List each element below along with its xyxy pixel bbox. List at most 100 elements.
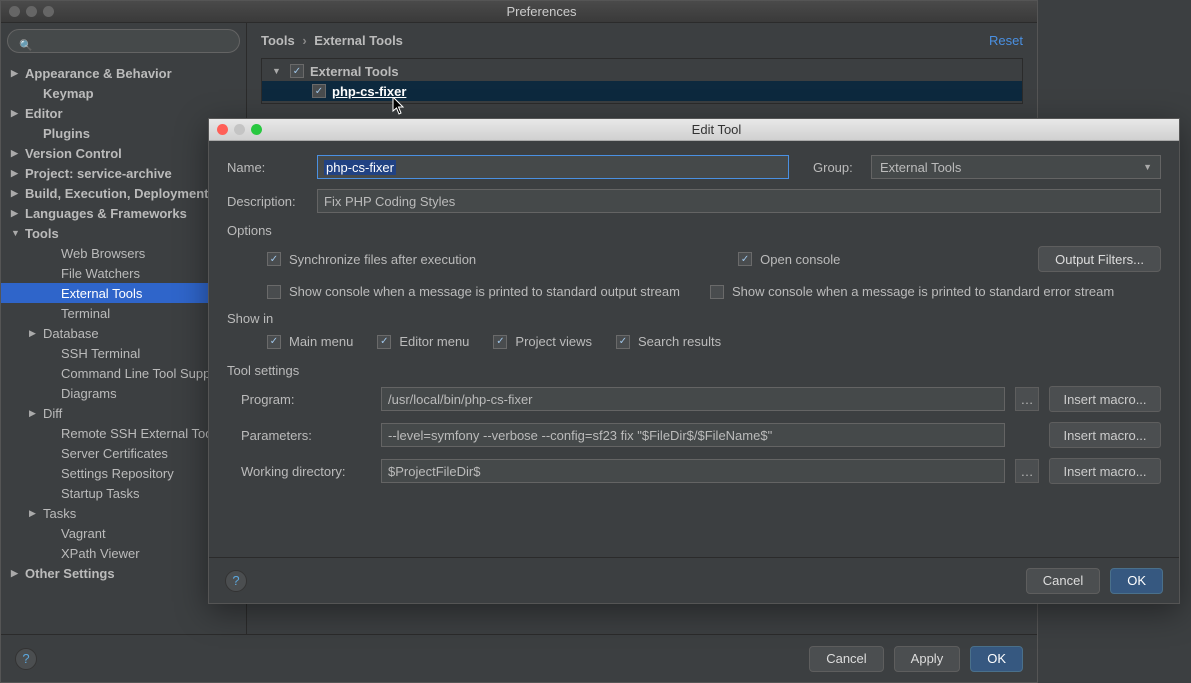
stderr-label: Show console when a message is printed t… [732,284,1114,299]
chevron-right-icon[interactable]: ▶ [11,148,23,159]
window-controls[interactable] [9,6,54,17]
sidebar-item-label: Terminal [61,306,110,321]
minimize-window-icon[interactable] [26,6,37,17]
sidebar-item-label: Plugins [43,126,90,141]
chevron-right-icon[interactable]: ▶ [11,568,23,579]
sidebar-item-label: Diff [43,406,62,421]
sidebar-item-label: Tools [25,226,59,241]
sidebar-item-label: Database [43,326,99,341]
description-input[interactable] [317,189,1161,213]
project-views-checkbox[interactable] [493,335,507,349]
editor-menu-label: Editor menu [399,334,469,349]
zoom-dialog-icon[interactable] [251,124,262,135]
working-dir-browse-button[interactable]: … [1015,459,1039,483]
group-select[interactable]: External Tools ▼ [871,155,1161,179]
dialog-ok-button[interactable]: OK [1110,568,1163,594]
sidebar-item-label: Keymap [43,86,94,101]
sidebar-item-label: External Tools [61,286,142,301]
sidebar-item-label: XPath Viewer [61,546,140,561]
group-label: Group: [813,160,861,175]
sidebar-item[interactable]: ▶Appearance & Behavior [1,63,246,83]
name-input[interactable]: php-cs-fixer [317,155,789,179]
working-dir-insert-macro-button[interactable]: Insert macro... [1049,458,1161,484]
search-results-checkbox[interactable] [616,335,630,349]
preferences-title: Preferences [54,4,1029,19]
sidebar-item-label: Version Control [25,146,122,161]
sidebar-item-label: Diagrams [61,386,117,401]
sidebar-item-label: Server Certificates [61,446,168,461]
external-tool-item-row[interactable]: php-cs-fixer [262,81,1022,101]
cancel-button[interactable]: Cancel [809,646,883,672]
chevron-down-icon[interactable]: ▼ [272,66,284,76]
program-label: Program: [241,392,371,407]
main-menu-label: Main menu [289,334,353,349]
search-icon: 🔍 [19,39,33,52]
output-filters-button[interactable]: Output Filters... [1038,246,1161,272]
stdout-label: Show console when a message is printed t… [289,284,680,299]
sidebar-item-label: Remote SSH External Tools [61,426,222,441]
name-value: php-cs-fixer [324,160,396,175]
stdout-checkbox[interactable] [267,285,281,299]
chevron-down-icon[interactable]: ▼ [11,228,23,238]
breadcrumb-part[interactable]: Tools [261,33,295,48]
dialog-cancel-button[interactable]: Cancel [1026,568,1100,594]
ok-button[interactable]: OK [970,646,1023,672]
options-section-label: Options [227,223,1161,238]
parameters-input[interactable] [381,423,1005,447]
chevron-right-icon[interactable]: ▶ [11,68,23,79]
stderr-checkbox[interactable] [710,285,724,299]
sidebar-item-label: Appearance & Behavior [25,66,172,81]
editor-menu-checkbox[interactable] [377,335,391,349]
help-icon[interactable]: ? [15,648,37,670]
chevron-right-icon[interactable]: ▶ [29,408,41,419]
sidebar-item-label: Settings Repository [61,466,174,481]
edit-tool-title: Edit Tool [262,122,1171,137]
description-label: Description: [227,194,307,209]
tool-checkbox[interactable] [312,84,326,98]
sidebar-item-label: Languages & Frameworks [25,206,187,221]
chevron-down-icon: ▼ [1143,162,1152,172]
sidebar-item-label: Tasks [43,506,76,521]
external-tools-tree[interactable]: ▼ External Tools php-cs-fixer [261,58,1023,104]
external-tools-group-row[interactable]: ▼ External Tools [262,61,1022,81]
program-insert-macro-button[interactable]: Insert macro... [1049,386,1161,412]
chevron-right-icon[interactable]: ▶ [11,188,23,199]
chevron-right-icon[interactable]: ▶ [11,168,23,179]
close-window-icon[interactable] [9,6,20,17]
edit-tool-footer: ? Cancel OK [209,557,1179,603]
preferences-titlebar: Preferences [1,1,1037,23]
project-views-label: Project views [515,334,592,349]
program-input[interactable] [381,387,1005,411]
chevron-right-icon[interactable]: ▶ [11,108,23,119]
apply-button[interactable]: Apply [894,646,961,672]
edit-tool-dialog: Edit Tool Name: php-cs-fixer Group: Exte… [208,118,1180,604]
sidebar-item-label: Project: service-archive [25,166,172,181]
open-console-label: Open console [760,252,840,267]
minimize-dialog-icon [234,124,245,135]
tool-label: php-cs-fixer [332,84,406,99]
group-checkbox[interactable] [290,64,304,78]
reset-link[interactable]: Reset [989,33,1023,48]
zoom-window-icon[interactable] [43,6,54,17]
close-dialog-icon[interactable] [217,124,228,135]
preferences-search-input[interactable] [7,29,240,53]
sidebar-item-label: Editor [25,106,63,121]
chevron-right-icon[interactable]: ▶ [29,508,41,519]
chevron-right-icon[interactable]: ▶ [11,208,23,219]
sidebar-item-label: Command Line Tool Support [61,366,226,381]
main-menu-checkbox[interactable] [267,335,281,349]
chevron-right-icon[interactable]: ▶ [29,328,41,339]
search-results-label: Search results [638,334,721,349]
group-label: External Tools [310,64,399,79]
dialog-window-controls[interactable] [217,124,262,135]
synchronize-label: Synchronize files after execution [289,252,476,267]
dialog-help-icon[interactable]: ? [225,570,247,592]
synchronize-checkbox[interactable] [267,252,281,266]
group-value: External Tools [880,160,961,175]
parameters-insert-macro-button[interactable]: Insert macro... [1049,422,1161,448]
sidebar-item[interactable]: Keymap [1,83,246,103]
program-browse-button[interactable]: … [1015,387,1039,411]
open-console-checkbox[interactable] [738,252,752,266]
working-dir-input[interactable] [381,459,1005,483]
breadcrumb: Tools › External Tools [261,33,403,48]
